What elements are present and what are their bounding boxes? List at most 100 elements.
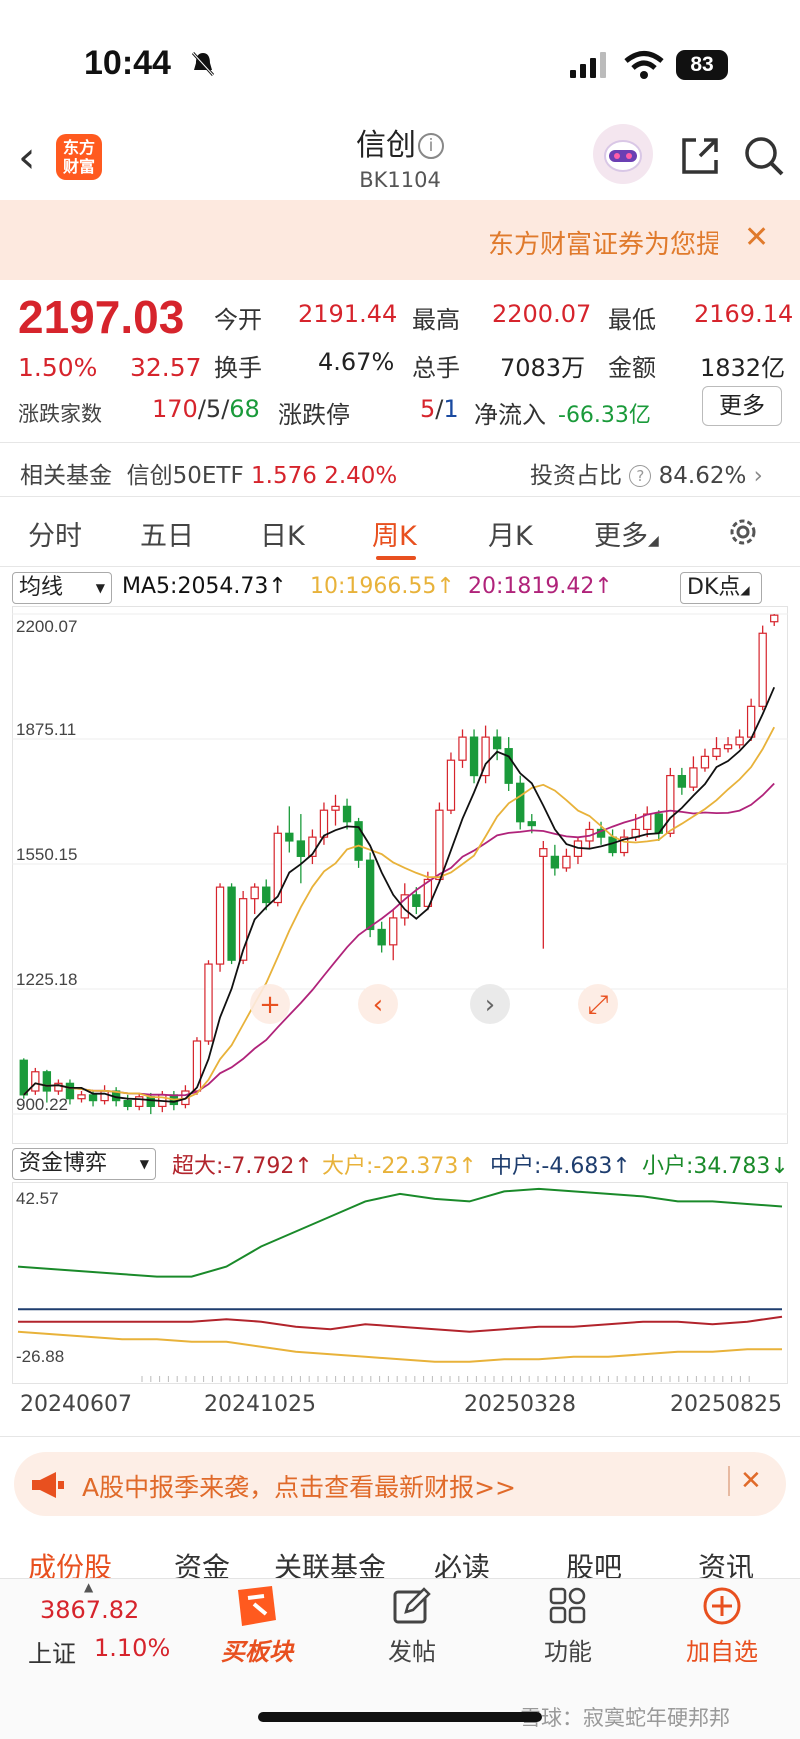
candle-body (204, 963, 213, 1042)
ratio-label: 投资占比 (530, 463, 622, 489)
tab-five-day[interactable]: 五日 (140, 514, 194, 553)
battery-indicator: 83 (676, 50, 728, 80)
gear-icon[interactable] (726, 515, 760, 549)
ma10-value: 10:1966.55↑ (310, 574, 455, 599)
candle-body (458, 736, 467, 761)
sector-code: BK1104 (359, 168, 441, 192)
down-count: 68 (229, 395, 260, 423)
low-value: 2169.14 (694, 300, 794, 328)
pan-right-button[interactable]: › (470, 984, 510, 1024)
index-pct[interactable]: 1.10% (94, 1634, 170, 1662)
earnings-ad-text[interactable]: A股中报季来袭，点击查看最新财报>> (82, 1468, 516, 1504)
zoom-in-button-glyph[interactable]: + (259, 990, 281, 1020)
weekly-k-chart[interactable]: 2200.071875.111550.151225.18900.22+ ‹ › ⤢ (12, 606, 788, 1144)
capflow-select[interactable]: 资金博弈 ▼ (12, 1148, 156, 1180)
limit-up-count: 5 (420, 395, 436, 423)
y-tick-label: 1875.11 (16, 720, 76, 739)
add-watchlist-label[interactable]: 加自选 (672, 1632, 772, 1667)
candle-body (689, 767, 698, 788)
dk-point-select[interactable]: DK点◢ (680, 572, 762, 604)
candle-body (123, 1100, 132, 1107)
search-icon[interactable] (742, 134, 786, 178)
low-label: 最低 (608, 306, 656, 334)
divider (0, 566, 800, 567)
current-price: 2197.03 (18, 291, 185, 343)
candle-body (469, 736, 479, 777)
tab-intraday[interactable]: 分时 (28, 514, 82, 553)
fullscreen-button-glyph[interactable]: ⤢ (588, 990, 609, 1020)
promo-banner-text[interactable]: 东方财富证券为您提 (488, 224, 718, 261)
updown-counts: 170/5/68 (152, 395, 260, 423)
info-icon[interactable]: i (418, 133, 444, 159)
candle-body (723, 744, 733, 750)
fund-name[interactable]: 信创50ETF (127, 463, 244, 489)
dropdown-icon: ◢ (648, 533, 659, 549)
divider (728, 1466, 730, 1496)
dk-point-label: DK点 (687, 575, 741, 600)
candle-body (435, 809, 444, 881)
ma10-line (23, 726, 775, 1101)
x-tick-label: 20250328 (464, 1392, 576, 1417)
edit-post-icon[interactable] (392, 1586, 432, 1626)
pan-right-button-glyph[interactable]: › (485, 990, 495, 1020)
candle-body (365, 859, 375, 931)
title-text: 信创 (356, 128, 416, 163)
pan-left-button[interactable]: ‹ (358, 984, 398, 1024)
post-label[interactable]: 发帖 (362, 1632, 462, 1667)
candle-body (31, 1071, 40, 1092)
fund-price: 1.576 (251, 463, 317, 489)
related-fund-row[interactable]: 相关基金 信创50ETF 1.576 2.40% (20, 456, 397, 490)
updown-label: 涨跌家数 (18, 402, 102, 426)
megaphone-icon (32, 1472, 64, 1498)
back-icon[interactable]: ‹ (18, 136, 36, 180)
zoom-in-button[interactable]: + (250, 984, 290, 1024)
tab-daily-k[interactable]: 日K (260, 514, 305, 553)
up-arrow-icon: ▲ (84, 1580, 94, 1594)
more-button[interactable]: 更多 (702, 386, 782, 426)
function-label[interactable]: 功能 (518, 1632, 618, 1667)
super-large-value: 超大:-7.792↑ (172, 1154, 313, 1179)
help-icon[interactable]: ? (629, 465, 652, 487)
candle-body (331, 805, 340, 811)
capital-flow-chart[interactable]: 42.57 -26.88 (12, 1182, 788, 1384)
home-indicator[interactable] (258, 1712, 542, 1722)
candle-body (377, 928, 386, 946)
add-watchlist-icon[interactable] (702, 1586, 742, 1626)
y-tick-label: 1550.15 (16, 845, 77, 864)
assistant-robot-icon[interactable] (593, 124, 653, 184)
index-value[interactable]: 3867.82 (40, 1596, 139, 1624)
candle-body (77, 1094, 86, 1100)
investment-ratio[interactable]: 投资占比 ? 84.62% › (530, 456, 763, 490)
candle-body (712, 748, 721, 757)
close-icon[interactable]: ✕ (740, 1466, 762, 1496)
large-value: 大户:-22.373↑ (322, 1154, 477, 1179)
chart-frame (12, 1182, 788, 1384)
buy-sector-icon[interactable] (232, 1584, 282, 1630)
candle-body (539, 848, 548, 857)
ratio-value: 84.62% (658, 463, 747, 489)
candle-body (504, 748, 513, 784)
fullscreen-button[interactable]: ⤢ (578, 984, 618, 1024)
tab-monthly-k[interactable]: 月K (488, 514, 533, 553)
grid-function-icon[interactable] (548, 1586, 588, 1626)
buy-sector-label[interactable]: 买板块 (207, 1632, 307, 1667)
candle-body (227, 886, 236, 961)
change-pct: 1.50% (18, 353, 98, 382)
close-icon[interactable]: ✕ (744, 220, 769, 255)
divider (0, 1436, 800, 1437)
tab-more[interactable]: 更多◢ (594, 514, 659, 553)
capflow-select-label: 资金博弈 (19, 1151, 108, 1176)
index-name[interactable]: 上证 (28, 1634, 76, 1669)
amount-label: 金额 (608, 354, 656, 382)
candle-body (100, 1090, 109, 1102)
candle-body (446, 759, 456, 811)
mid-value: 中户:-4.683↑ (490, 1154, 631, 1179)
pan-left-button-glyph[interactable]: ‹ (373, 990, 383, 1020)
open-label: 今开 (214, 306, 262, 334)
page-title: 信创 i (300, 120, 500, 164)
tab-weekly-k[interactable]: 周K (372, 514, 417, 553)
dropdown-icon: ▼ (139, 1157, 149, 1171)
share-icon[interactable] (678, 134, 720, 176)
indicator-select[interactable]: 均线 ▼ (12, 572, 112, 604)
active-tab-indicator (376, 556, 416, 560)
